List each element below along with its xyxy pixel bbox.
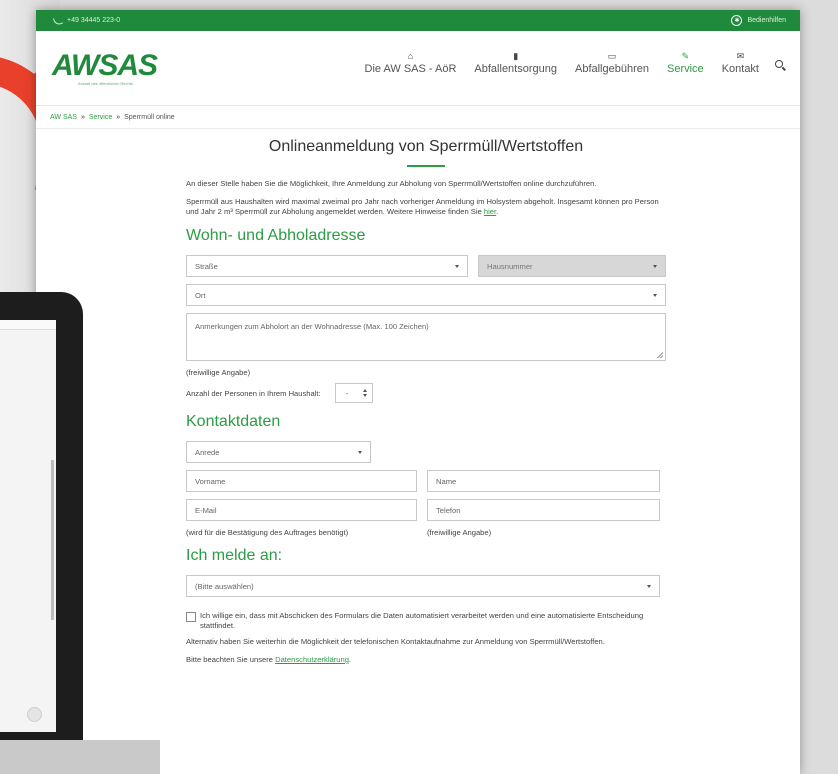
- persons-row: Anzahl der Personen in Ihrem Haushalt: -: [186, 383, 666, 403]
- nav-label: Kontakt: [721, 63, 759, 75]
- street-select[interactable]: Straße: [186, 255, 468, 277]
- phone-icon: [52, 15, 64, 26]
- phone-hint: (freiwillige Angabe): [427, 528, 492, 537]
- alternative-text: Alternativ haben Sie weiterhin die Mögli…: [186, 637, 605, 646]
- nav-item-kontakt[interactable]: ✉ Kontakt: [713, 49, 768, 75]
- email-input[interactable]: E-Mail: [186, 499, 417, 521]
- chevron-down-icon: [358, 450, 362, 454]
- consent-text: Ich willige ein, dass mit Abschicken des…: [200, 611, 644, 630]
- accessibility-label: Bedienhilfen: [747, 17, 786, 24]
- chevron-down-icon: [653, 293, 657, 297]
- accessibility-link[interactable]: ✱ Bedienhilfen: [731, 15, 786, 26]
- breadcrumb-home[interactable]: AW SAS: [50, 114, 77, 121]
- info-text: Sperrmüll aus Haushalten wird maximal zw…: [186, 197, 666, 217]
- info-link[interactable]: hier: [484, 207, 496, 216]
- nav-label: Abfallentsorgung: [474, 63, 557, 75]
- remarks-textarea[interactable]: Anmerkungen zum Abholort an der Wohnadre…: [186, 313, 666, 361]
- tablet-address-bar: [0, 320, 56, 330]
- salutation-placeholder: Anrede: [195, 447, 220, 457]
- city-select[interactable]: Ort: [186, 284, 666, 306]
- street-placeholder: Straße: [195, 261, 218, 271]
- salutation-select[interactable]: Anrede: [186, 441, 371, 463]
- address-heading: Wohn- und Abholadresse: [186, 227, 366, 244]
- email-hint: (wird für die Bestätigung des Auftrages …: [186, 528, 349, 537]
- browser-page: +49 34445 223-0 ✱ Bedienhilfen AWSAS Ans…: [36, 10, 800, 774]
- home-icon: ⌂: [407, 51, 414, 61]
- tablet-scroll-top-button[interactable]: [27, 707, 42, 722]
- site-header: AWSAS Anstalt des öffentlichen Rechts ⌂ …: [36, 31, 800, 106]
- info-end: .: [496, 207, 499, 216]
- stepper-down-icon[interactable]: [362, 394, 367, 397]
- consent-checkbox[interactable]: [186, 612, 196, 622]
- nav-item-service[interactable]: ✎ Service: [658, 49, 713, 75]
- top-bar: +49 34445 223-0 ✱ Bedienhilfen: [36, 10, 800, 31]
- accessibility-icon: ✱: [731, 15, 743, 26]
- breadcrumb-separator: »: [116, 113, 121, 121]
- optional-note: (freiwillige Angabe): [186, 368, 251, 377]
- nav-item-abfallgebuehren[interactable]: ▭ Abfallgebühren: [566, 49, 658, 75]
- persons-label: Anzahl der Personen in Ihrem Haushalt:: [186, 388, 321, 398]
- privacy-text: Bitte beachten Sie unsere Datenschutzerk…: [186, 655, 666, 665]
- consent-row: Ich willige ein, dass mit Abschicken des…: [186, 611, 666, 631]
- nav-label: Die AW SAS - AöR: [364, 63, 457, 75]
- search-icon: [775, 60, 783, 68]
- house-number-select[interactable]: Hausnummer: [478, 255, 666, 277]
- privacy-prefix: Bitte beachten Sie unsere: [186, 655, 273, 664]
- register-type-placeholder: (Bitte auswählen): [195, 581, 254, 591]
- logo-tagline: Anstalt des öffentlichen Rechts: [78, 81, 133, 86]
- pencil-icon: ✎: [681, 51, 690, 61]
- logo-text: AWSAS: [52, 49, 158, 82]
- title-underline: [407, 165, 445, 167]
- phone-number: +49 34445 223-0: [67, 17, 121, 24]
- privacy-end: .: [348, 655, 352, 664]
- main-content: Onlineanmeldung von Sperrmüll/Wertstoffe…: [186, 138, 666, 673]
- house-number-placeholder: Hausnummer: [487, 261, 533, 271]
- register-heading: Ich melde an:: [186, 547, 283, 564]
- tablet-scrollbar[interactable]: [51, 460, 54, 620]
- site-logo[interactable]: AWSAS Anstalt des öffentlichen Rechts: [52, 49, 172, 87]
- lastname-placeholder: Name: [436, 476, 457, 486]
- register-type-select[interactable]: (Bitte auswählen): [186, 575, 660, 597]
- page-title: Onlineanmeldung von Sperrmüll/Wertstoffe…: [268, 138, 584, 155]
- stepper-arrows[interactable]: [362, 389, 367, 397]
- background-floor: [0, 740, 160, 774]
- nav-label: Service: [667, 63, 704, 75]
- trash-icon: ▮: [513, 51, 519, 61]
- remarks-placeholder: Anmerkungen zum Abholort an der Wohnadre…: [195, 322, 429, 331]
- breadcrumb-current: Sperrmüll online: [124, 113, 175, 121]
- phone-placeholder: Telefon: [436, 505, 461, 515]
- chevron-down-icon: [653, 264, 657, 268]
- main-nav: ⌂ Die AW SAS - AöR ▮ Abfallentsorgung ▭ …: [356, 49, 790, 75]
- privacy-link[interactable]: Datenschutzerklärung: [275, 655, 349, 664]
- nav-label: Abfallgebühren: [574, 63, 649, 75]
- intro-text: An dieser Stelle haben Sie die Möglichke…: [186, 179, 597, 188]
- firstname-input[interactable]: Vorname: [186, 470, 417, 492]
- persons-value: -: [345, 388, 349, 398]
- stepper-up-icon[interactable]: [362, 389, 367, 392]
- nav-item-abfallentsorgung[interactable]: ▮ Abfallentsorgung: [465, 49, 566, 75]
- phone-contact[interactable]: +49 34445 223-0: [52, 15, 121, 26]
- search-button[interactable]: [768, 49, 790, 75]
- tablet-screen: [0, 320, 56, 732]
- breadcrumb-separator: »: [80, 113, 85, 121]
- phone-input[interactable]: Telefon: [427, 499, 660, 521]
- tablet-device: [0, 292, 83, 762]
- persons-stepper[interactable]: -: [334, 383, 373, 403]
- envelope-icon: ✉: [736, 51, 745, 61]
- money-icon: ▭: [607, 51, 617, 61]
- chevron-down-icon: [455, 264, 459, 268]
- contact-hints: (wird für die Bestätigung des Auftrages …: [186, 528, 666, 537]
- breadcrumb-service[interactable]: Service: [89, 114, 112, 121]
- breadcrumb: AW SAS » Service » Sperrmüll online: [36, 106, 800, 129]
- email-placeholder: E-Mail: [195, 505, 217, 515]
- info-body: Sperrmüll aus Haushalten wird maximal zw…: [186, 197, 659, 216]
- resize-handle[interactable]: [657, 352, 663, 358]
- contact-heading: Kontaktdaten: [186, 413, 281, 430]
- chevron-down-icon: [647, 584, 651, 588]
- city-placeholder: Ort: [195, 290, 206, 300]
- nav-item-aw-sas[interactable]: ⌂ Die AW SAS - AöR: [356, 49, 466, 75]
- firstname-placeholder: Vorname: [195, 476, 226, 486]
- lastname-input[interactable]: Name: [427, 470, 660, 492]
